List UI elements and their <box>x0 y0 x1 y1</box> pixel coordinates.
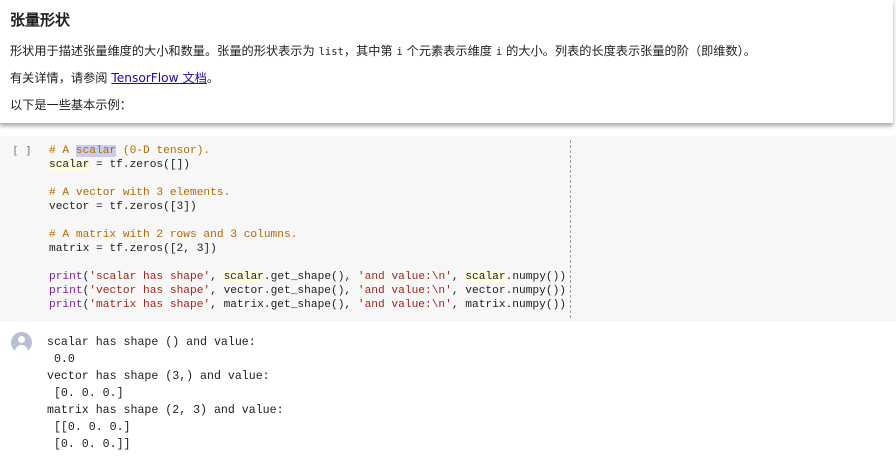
code-text: , matrix.numpy()) <box>451 299 566 311</box>
examples-intro: 以下是一些基本示例： <box>10 98 132 112</box>
line-length-ruler <box>570 140 571 318</box>
paragraph-text: 个元素表示维度 <box>402 44 496 58</box>
code-editor[interactable]: # A scalar (0-D tensor). scalar = tf.zer… <box>49 144 566 312</box>
string-literal: 'and value:\n' <box>357 285 452 297</box>
description-paragraph: 形状用于描述张量维度的大小和数量。张量的形状表示为 list，其中第 i 个元素… <box>10 41 756 59</box>
paragraph-text: ，其中第 <box>343 44 397 58</box>
details-paragraph: 有关详情，请参阅 TensorFlow 文档。 <box>10 68 219 86</box>
code-text: , matrix.get_shape(), <box>210 299 358 311</box>
paragraph-text: 形状用于描述张量维度的大小和数量。张量的形状表示为 <box>10 44 319 58</box>
comment-text: # A <box>49 145 76 157</box>
code-text: = tf.zeros([]) <box>89 159 191 171</box>
inline-code-list: list <box>318 46 344 58</box>
section-title: 张量形状 <box>10 11 71 29</box>
string-literal: 'and value:\n' <box>357 271 452 283</box>
code-text: .numpy()) <box>505 271 567 283</box>
print-keyword: print <box>49 299 83 311</box>
paragraph-text: 有关详情，请参阅 <box>10 71 112 85</box>
paragraph-text: 。 <box>206 71 220 85</box>
highlighted-occurrence: scalar <box>223 271 264 283</box>
text-cell[interactable]: 张量形状 形状用于描述张量维度的大小和数量。张量的形状表示为 list，其中第 … <box>0 0 893 124</box>
string-literal: 'vector has shape' <box>89 285 211 297</box>
code-comment: # A matrix with 2 rows and 3 columns. <box>49 229 298 241</box>
code-text: .get_shape(), <box>263 271 358 283</box>
tensorflow-docs-link[interactable]: TensorFlow 文档 <box>111 71 206 85</box>
highlighted-occurrence: scalar <box>49 159 90 171</box>
code-cell[interactable]: [ ] # A scalar (0-D tensor). scalar = tf… <box>0 136 896 322</box>
code-text: matrix = tf.zeros([2, 3]) <box>49 243 217 255</box>
run-cell-button[interactable]: [ ] <box>12 144 32 157</box>
selected-word: scalar <box>75 145 117 157</box>
string-literal: 'scalar has shape' <box>89 271 211 283</box>
output-avatar-icon[interactable] <box>11 332 32 353</box>
comment-text: (0-D tensor). <box>116 145 211 157</box>
code-text: , vector.get_shape(), <box>210 285 358 297</box>
code-comment: # A vector with 3 elements. <box>49 187 231 199</box>
code-text: vector = tf.zeros([3]) <box>49 201 197 213</box>
print-keyword: print <box>49 285 83 297</box>
code-text: , <box>451 271 466 283</box>
print-keyword: print <box>49 271 83 283</box>
highlighted-occurrence: scalar <box>465 271 506 283</box>
cell-output: scalar has shape () and value: 0.0 vecto… <box>0 326 896 464</box>
paragraph-text: 的大小。列表的长度表示张量的阶（即维数）。 <box>502 44 756 58</box>
string-literal: 'matrix has shape' <box>89 299 211 311</box>
output-text: scalar has shape () and value: 0.0 vecto… <box>47 336 284 451</box>
code-text: , vector.numpy()) <box>451 285 566 297</box>
string-literal: 'and value:\n' <box>357 299 452 311</box>
code-comment: # A scalar (0-D tensor). <box>49 145 210 157</box>
